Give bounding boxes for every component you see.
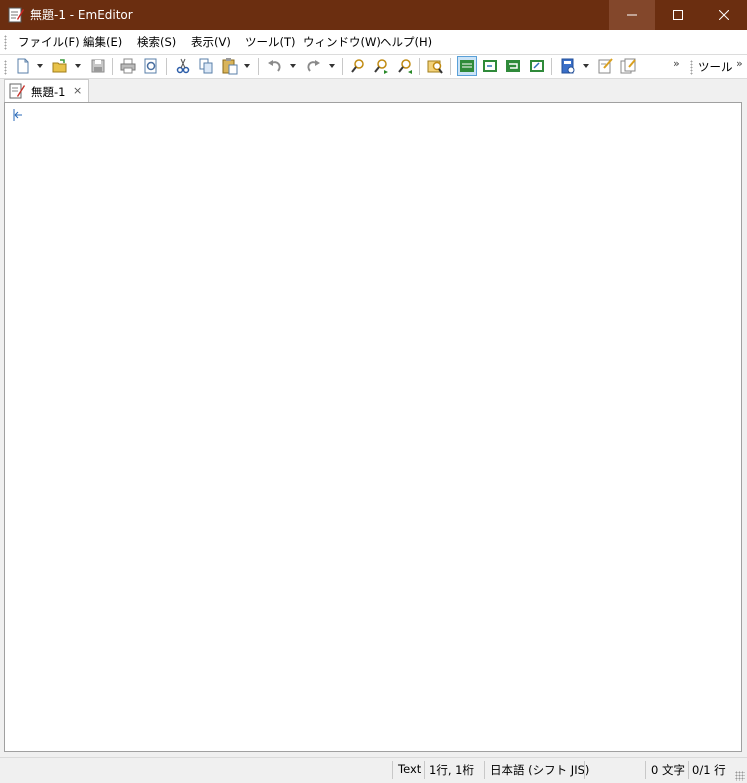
status-separator: [424, 761, 425, 779]
minimize-button[interactable]: [609, 0, 655, 30]
window-title: 無題-1 - EmEditor: [30, 8, 133, 22]
undo-dropdown-icon[interactable]: [290, 64, 296, 68]
toolbar-separator: [258, 58, 259, 75]
tab-close-icon[interactable]: ×: [73, 84, 82, 97]
redo-icon[interactable]: [304, 57, 322, 75]
menu-edit[interactable]: 編集(E): [83, 34, 122, 51]
cut-icon[interactable]: [174, 57, 192, 75]
status-separator: [392, 761, 393, 779]
menu-window[interactable]: ウィンドウ(W): [303, 34, 381, 51]
status-line-count: 0/1 行: [692, 763, 726, 777]
paste-icon[interactable]: [221, 57, 239, 75]
status-separator: [484, 761, 485, 779]
tools-toolbar-grip[interactable]: [690, 60, 693, 75]
find-previous-icon[interactable]: [396, 57, 414, 75]
tab-label: 無題-1: [31, 85, 66, 99]
text-editor-area[interactable]: [4, 102, 742, 752]
open-file-icon[interactable]: [51, 57, 69, 75]
menu-file[interactable]: ファイル(F): [18, 34, 80, 51]
find-icon[interactable]: [349, 57, 367, 75]
end-of-file-marker-icon: [13, 109, 23, 124]
resize-grip[interactable]: [735, 771, 745, 781]
maximize-button[interactable]: [655, 0, 701, 30]
status-separator: [645, 761, 646, 779]
menu-help[interactable]: ヘルプ(H): [380, 34, 432, 51]
menu-view[interactable]: 表示(V): [191, 34, 231, 51]
status-bar: Text 1行, 1桁 日本語 (シフト JIS) 0 文字 0/1 行: [0, 757, 747, 783]
print-preview-icon[interactable]: [142, 57, 160, 75]
print-icon[interactable]: [119, 57, 137, 75]
toolbar-separator: [342, 58, 343, 75]
menu-search[interactable]: 検索(S): [137, 34, 176, 51]
save-icon[interactable]: [89, 57, 107, 75]
toolbar-separator: [419, 58, 420, 75]
paste-dropdown-icon[interactable]: [244, 64, 250, 68]
status-position[interactable]: 1行, 1桁: [429, 762, 474, 778]
find-in-files-icon[interactable]: [426, 57, 444, 75]
toolbar: » ツール »: [0, 55, 747, 79]
open-file-dropdown-icon[interactable]: [75, 64, 81, 68]
find-next-icon[interactable]: [372, 57, 390, 75]
status-char-count: 0 文字: [651, 763, 685, 777]
macro-run-icon[interactable]: [619, 57, 637, 75]
wrap-window-icon[interactable]: [481, 57, 499, 75]
toolbar-separator: [551, 58, 552, 75]
close-button[interactable]: [701, 0, 747, 30]
tab-untitled-1[interactable]: 無題-1 ×: [4, 79, 89, 102]
bookmark-icon[interactable]: [559, 57, 577, 75]
new-file-icon[interactable]: [14, 57, 32, 75]
status-mode[interactable]: Text: [398, 762, 421, 776]
menubar-grip[interactable]: [4, 35, 7, 50]
copy-icon[interactable]: [197, 57, 215, 75]
wrap-page-icon[interactable]: [528, 57, 546, 75]
tab-strip: 無題-1 ×: [0, 79, 747, 102]
wrap-none-icon[interactable]: [457, 56, 477, 76]
document-edit-icon: [9, 83, 25, 99]
wrap-by-chars-icon[interactable]: [504, 57, 522, 75]
toolbar-separator: [166, 58, 167, 75]
new-file-dropdown-icon[interactable]: [37, 64, 43, 68]
redo-dropdown-icon[interactable]: [329, 64, 335, 68]
toolbar-separator: [450, 58, 451, 75]
toolbar-grip[interactable]: [4, 60, 7, 75]
status-separator: [688, 761, 689, 779]
tools-overflow-chevron-icon[interactable]: »: [736, 57, 743, 70]
status-encoding[interactable]: 日本語 (シフト JIS): [490, 762, 589, 778]
toolbar-overflow-chevron-icon[interactable]: »: [673, 57, 680, 70]
macro-icon[interactable]: [596, 57, 614, 75]
bookmark-dropdown-icon[interactable]: [583, 64, 589, 68]
undo-icon[interactable]: [266, 57, 284, 75]
status-separator: [584, 761, 585, 779]
tools-toolbar-label[interactable]: ツール: [698, 59, 733, 75]
emeditor-app-icon[interactable]: [8, 7, 24, 23]
title-bar: 無題-1 - EmEditor: [0, 0, 747, 30]
toolbar-separator: [112, 58, 113, 75]
menu-tools[interactable]: ツール(T): [245, 34, 296, 51]
menu-bar: ファイル(F) 編集(E) 検索(S) 表示(V) ツール(T) ウィンドウ(W…: [0, 30, 747, 55]
